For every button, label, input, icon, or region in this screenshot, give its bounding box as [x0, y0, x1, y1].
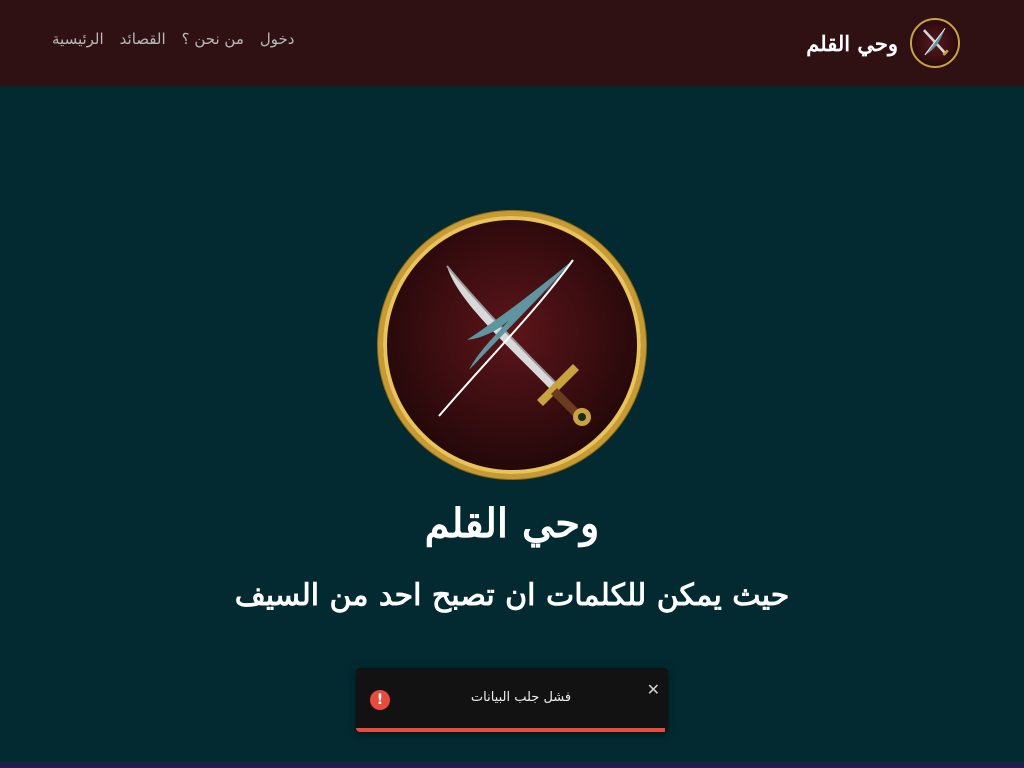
hero-subtitle: حيث يمكن للكلمات ان تصبح احد من السيف	[234, 578, 790, 613]
nav-item-poems[interactable]: القصائد	[120, 30, 166, 48]
nav-item-about[interactable]: من نحن ؟	[182, 30, 244, 48]
nav-item-login[interactable]: دخول	[260, 30, 295, 48]
brand[interactable]: وحي القلم	[806, 17, 960, 69]
toast-message: فشل جلب البيانات	[470, 690, 572, 705]
error-toast: ! فشل جلب البيانات ✕	[356, 668, 668, 732]
nav-item-home[interactable]: الرئيسية	[52, 30, 104, 48]
brand-logo-icon[interactable]	[910, 18, 960, 68]
toast-progress-bar	[356, 728, 665, 732]
nav-links: الرئيسية القصائد من نحن ؟ دخول	[52, 30, 294, 48]
hero-title: وحي القلم	[424, 500, 600, 547]
header-navbar: وحي القلم الرئيسية القصائد من نحن ؟ دخول	[0, 0, 1024, 86]
close-icon[interactable]: ✕	[647, 680, 660, 699]
page-bottom-divider	[0, 762, 1024, 768]
hero-emblem-quill-sword-icon	[383, 216, 641, 474]
brand-title[interactable]: وحي القلم	[806, 31, 898, 56]
